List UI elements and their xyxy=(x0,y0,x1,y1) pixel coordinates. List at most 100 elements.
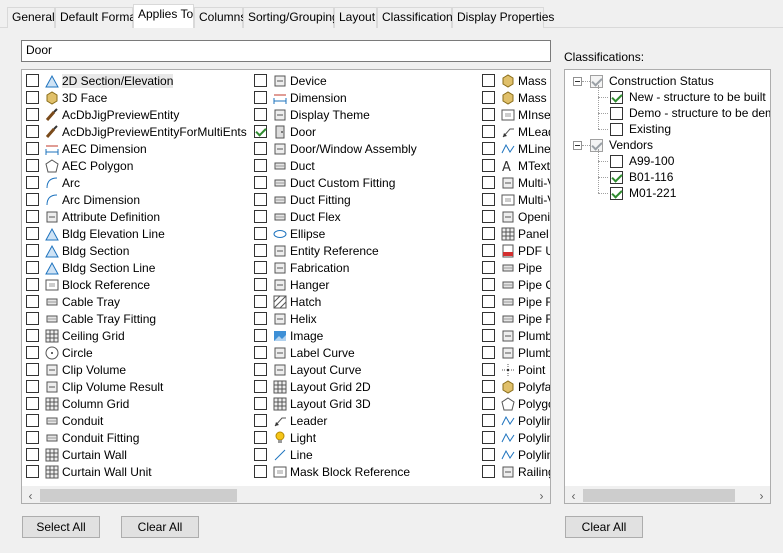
classification-checkbox[interactable] xyxy=(610,90,623,104)
object-type-checkbox[interactable] xyxy=(482,193,495,206)
object-type-checkbox[interactable] xyxy=(482,125,495,138)
object-type-checkbox[interactable] xyxy=(254,346,267,359)
object-type-checkbox[interactable] xyxy=(254,278,267,291)
object-type-item[interactable]: Point xyxy=(482,361,545,378)
object-type-checkbox[interactable] xyxy=(254,261,267,274)
object-type-checkbox[interactable] xyxy=(26,244,39,257)
object-type-item[interactable]: Door/Window Assembly xyxy=(254,140,417,157)
object-type-item[interactable]: Polylin xyxy=(482,446,550,463)
select-all-button[interactable]: Select All xyxy=(22,516,100,538)
object-type-item[interactable]: Polylin xyxy=(482,412,550,429)
object-type-checkbox[interactable] xyxy=(254,125,267,138)
classification-item[interactable]: M01-221 xyxy=(610,185,676,201)
object-type-checkbox[interactable] xyxy=(254,91,267,104)
object-type-item[interactable]: AcDbJigPreviewEntityForMultiEnts xyxy=(26,123,247,140)
object-type-checkbox[interactable] xyxy=(26,397,39,410)
object-type-checkbox[interactable] xyxy=(482,431,495,444)
classifications-horizontal-scrollbar[interactable]: ‹ › xyxy=(565,486,770,503)
object-type-checkbox[interactable] xyxy=(254,414,267,427)
object-type-checkbox[interactable] xyxy=(482,210,495,223)
tab-general[interactable]: General xyxy=(7,7,55,28)
object-type-item[interactable]: Arc Dimension xyxy=(26,191,140,208)
object-type-item[interactable]: Light xyxy=(254,429,316,446)
classification-item[interactable]: A99-100 xyxy=(610,153,674,169)
object-type-checkbox[interactable] xyxy=(26,465,39,478)
object-type-checkbox[interactable] xyxy=(482,142,495,155)
object-type-checkbox[interactable] xyxy=(482,312,495,325)
classification-item[interactable]: B01-116 xyxy=(610,169,673,185)
collapse-icon[interactable] xyxy=(573,140,582,150)
classification-item[interactable]: Demo - structure to be demolis xyxy=(610,105,770,121)
object-type-item[interactable]: Arc xyxy=(26,174,80,191)
object-type-item[interactable]: Plumb xyxy=(482,344,550,361)
object-type-checkbox[interactable] xyxy=(254,176,267,189)
object-type-checkbox[interactable] xyxy=(26,329,39,342)
object-type-item[interactable]: Dimension xyxy=(254,89,347,106)
object-type-checkbox[interactable] xyxy=(482,261,495,274)
classification-group-checkbox[interactable] xyxy=(590,74,603,88)
scroll-left-arrow-icon[interactable]: ‹ xyxy=(565,487,582,503)
tab-columns[interactable]: Columns xyxy=(194,7,246,28)
object-type-checkbox[interactable] xyxy=(254,108,267,121)
object-type-checkbox[interactable] xyxy=(254,329,267,342)
object-type-item[interactable]: 3D Face xyxy=(26,89,107,106)
object-type-item[interactable]: Mask Block Reference xyxy=(254,463,410,480)
object-type-checkbox[interactable] xyxy=(254,363,267,376)
object-type-item[interactable]: Clip Volume xyxy=(26,361,126,378)
object-type-item[interactable]: Cable Tray xyxy=(26,293,120,310)
object-type-item[interactable]: Column Grid xyxy=(26,395,129,412)
object-list-horizontal-scrollbar[interactable]: ‹ › xyxy=(22,486,550,503)
object-type-checkbox[interactable] xyxy=(26,363,39,376)
object-type-checkbox[interactable] xyxy=(254,227,267,240)
object-type-checkbox[interactable] xyxy=(254,74,267,87)
clear-all-classifications-button[interactable]: Clear All xyxy=(565,516,643,538)
scroll-left-arrow-icon[interactable]: ‹ xyxy=(22,487,39,503)
tab-layout[interactable]: Layout xyxy=(334,7,377,28)
object-type-checkbox[interactable] xyxy=(482,159,495,172)
object-type-item[interactable]: Pipe Fl xyxy=(482,310,550,327)
object-type-item[interactable]: MLine xyxy=(482,140,550,157)
object-type-checkbox[interactable] xyxy=(26,414,39,427)
object-type-checkbox[interactable] xyxy=(26,193,39,206)
object-type-item[interactable]: Pipe C xyxy=(482,276,550,293)
object-type-checkbox[interactable] xyxy=(26,295,39,308)
object-type-checkbox[interactable] xyxy=(26,431,39,444)
object-type-checkbox[interactable] xyxy=(26,227,39,240)
object-type-item[interactable]: A MText xyxy=(482,157,550,174)
object-type-item[interactable]: Attribute Definition xyxy=(26,208,160,225)
classification-item[interactable]: Existing xyxy=(610,121,671,137)
object-type-checkbox[interactable] xyxy=(482,448,495,461)
object-type-item[interactable]: Multi-V xyxy=(482,191,550,208)
object-type-item[interactable]: Fabrication xyxy=(254,259,349,276)
object-type-checkbox[interactable] xyxy=(482,91,495,104)
object-type-checkbox[interactable] xyxy=(254,397,267,410)
object-type-checkbox[interactable] xyxy=(26,261,39,274)
object-type-item[interactable]: Ellipse xyxy=(254,225,325,242)
classification-checkbox[interactable] xyxy=(610,122,623,136)
object-type-item[interactable]: Plumb xyxy=(482,327,550,344)
classification-checkbox[interactable] xyxy=(610,106,623,120)
classification-item[interactable]: New - structure to be built xyxy=(610,89,766,105)
object-type-item[interactable]: Block Reference xyxy=(26,276,150,293)
object-type-checkbox[interactable] xyxy=(482,380,495,393)
object-type-checkbox[interactable] xyxy=(26,346,39,359)
object-type-checkbox[interactable] xyxy=(26,448,39,461)
object-type-item[interactable]: Polyfa xyxy=(482,378,550,395)
object-type-checkbox[interactable] xyxy=(482,74,495,87)
object-type-checkbox[interactable] xyxy=(482,176,495,189)
classification-checkbox[interactable] xyxy=(610,154,623,168)
object-type-item[interactable]: Duct Flex xyxy=(254,208,341,225)
object-type-item[interactable]: Bldg Section Line xyxy=(26,259,155,276)
object-type-item[interactable]: Layout Grid 3D xyxy=(254,395,371,412)
collapse-icon[interactable] xyxy=(573,76,582,86)
object-type-item[interactable]: Curtain Wall Unit xyxy=(26,463,152,480)
object-type-item[interactable]: Pipe xyxy=(482,259,542,276)
object-type-item[interactable]: Door xyxy=(254,123,316,140)
object-type-item[interactable]: Line xyxy=(254,446,313,463)
object-type-item[interactable]: Bldg Section xyxy=(26,242,129,259)
scroll-right-arrow-icon[interactable]: › xyxy=(753,487,770,503)
object-type-item[interactable]: Duct xyxy=(254,157,315,174)
object-type-item[interactable]: Device xyxy=(254,72,327,89)
object-type-checkbox[interactable] xyxy=(482,414,495,427)
object-type-item[interactable]: Cable Tray Fitting xyxy=(26,310,156,327)
